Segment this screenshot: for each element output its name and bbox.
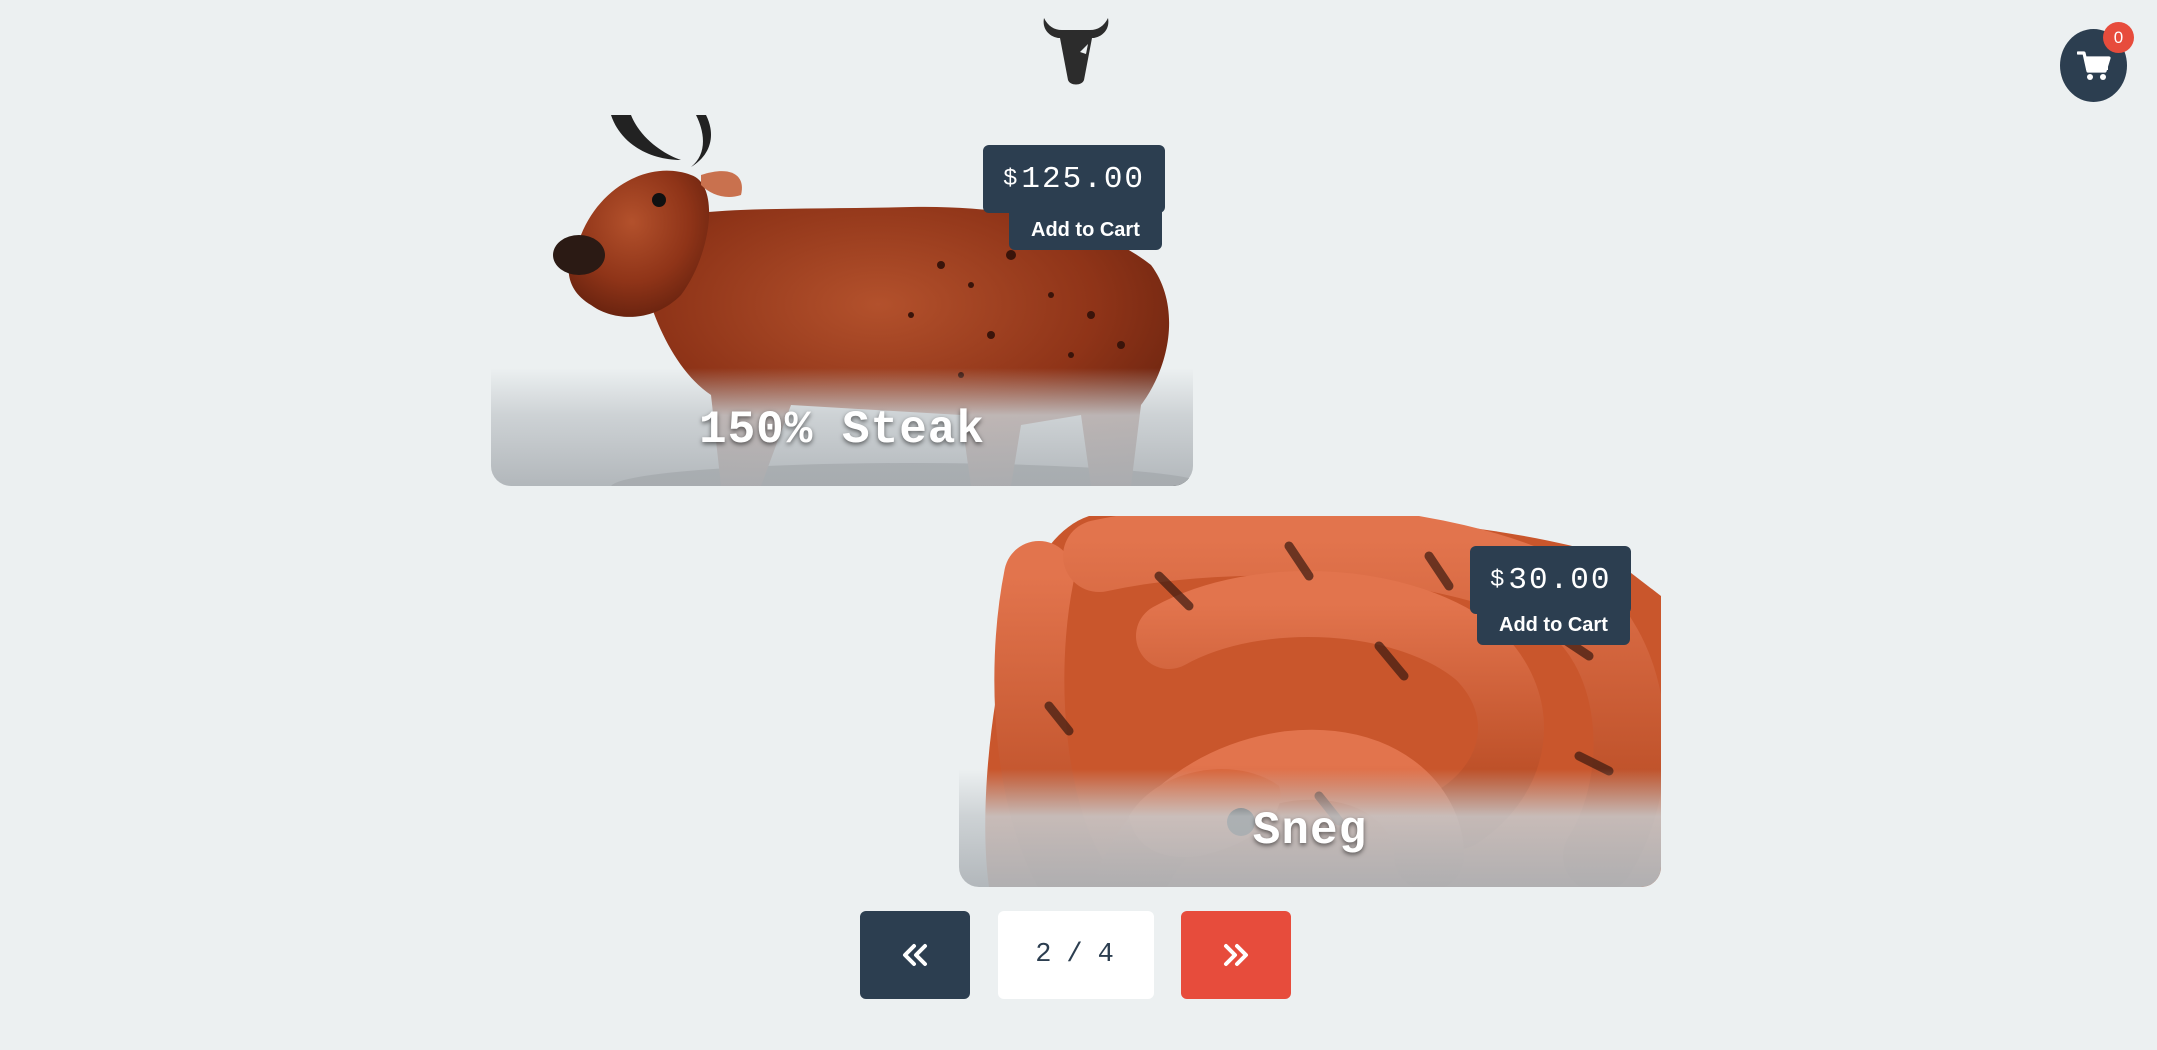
double-chevron-left-icon bbox=[903, 944, 927, 966]
bull-logo-icon[interactable] bbox=[1040, 14, 1112, 86]
next-page-button[interactable] bbox=[1181, 911, 1291, 999]
price-tag: $ 30.00 bbox=[1470, 546, 1632, 614]
add-to-cart-button[interactable]: Add to Cart bbox=[1009, 210, 1162, 250]
price-tag: $ 125.00 bbox=[983, 145, 1166, 213]
product-name: Sneg bbox=[1252, 805, 1368, 857]
cart-icon bbox=[2076, 50, 2111, 80]
previous-page-button[interactable] bbox=[860, 911, 970, 999]
currency-symbol: $ bbox=[1490, 566, 1507, 594]
page-indicator: 2 / 4 bbox=[998, 911, 1154, 999]
price-value: 125.00 bbox=[1021, 161, 1146, 197]
shop-page: 0 150% Steak $ 125.00 Add to Cart Sneg $… bbox=[0, 0, 2157, 1050]
price-value: 30.00 bbox=[1508, 562, 1612, 598]
current-page: 2 bbox=[1035, 940, 1055, 970]
add-to-cart-button[interactable]: Add to Cart bbox=[1477, 605, 1630, 645]
cart-count-badge: 0 bbox=[2103, 22, 2134, 53]
total-pages: 4 bbox=[1097, 940, 1117, 970]
page-separator: / bbox=[1066, 940, 1086, 970]
double-chevron-right-icon bbox=[1224, 944, 1248, 966]
currency-symbol: $ bbox=[1003, 165, 1020, 193]
product-name: 150% Steak bbox=[698, 404, 986, 456]
